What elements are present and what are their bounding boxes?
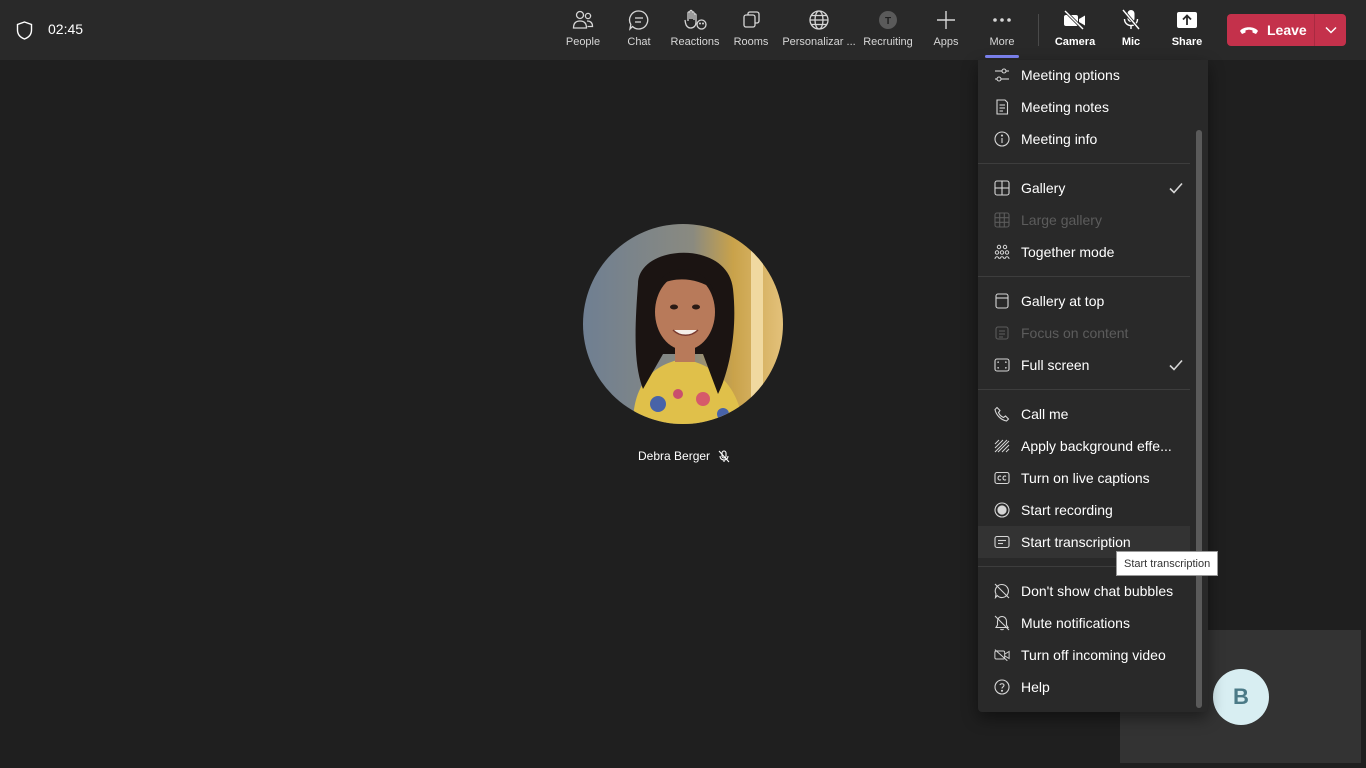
menu-item-meeting-options[interactable]: Meeting options (978, 59, 1190, 91)
camera-off-icon (1063, 8, 1087, 32)
bell-off-icon (994, 615, 1010, 631)
gallery-icon (994, 180, 1010, 196)
toolbar-divider (1038, 14, 1039, 46)
menu-item-start-recording[interactable]: Start recording (978, 494, 1190, 526)
menu-item-gallery-at-top[interactable]: Gallery at top (978, 285, 1190, 317)
background-effects-icon (994, 438, 1010, 454)
meeting-toolbar: 02:45 People Chat Reactions Rooms Person… (0, 0, 1366, 60)
people-icon (571, 8, 595, 32)
menu-scrollbar-thumb[interactable] (1196, 130, 1202, 708)
checkmark-icon (1169, 182, 1183, 194)
video-off-icon (994, 647, 1010, 663)
menu-item-together-mode[interactable]: Together mode (978, 236, 1190, 268)
people-button[interactable]: People (565, 8, 601, 54)
info-icon (994, 131, 1010, 147)
menu-item-gallery[interactable]: Gallery (978, 172, 1190, 204)
menu-item-apply-background-effects[interactable]: Apply background effe... (978, 430, 1190, 462)
menu-item-mute-notifications[interactable]: Mute notifications (978, 607, 1190, 639)
chat-button[interactable]: Chat (625, 8, 653, 54)
reactions-icon (683, 8, 707, 32)
leave-button[interactable]: Leave (1227, 14, 1314, 46)
more-dots-icon (990, 8, 1014, 32)
participant-photo (583, 224, 783, 424)
together-mode-icon (994, 244, 1010, 260)
plus-icon (934, 8, 958, 32)
menu-item-chat-bubbles[interactable]: Don't show chat bubbles (978, 575, 1190, 607)
mic-off-icon (718, 449, 730, 462)
menu-item-large-gallery[interactable]: Large gallery (978, 204, 1190, 236)
meeting-timer: 02:45 (48, 21, 84, 37)
leave-button-group: Leave (1227, 14, 1346, 46)
tooltip: Start transcription (1116, 551, 1219, 576)
more-options-menu: Meeting options Meeting notes Meeting in… (978, 60, 1208, 712)
share-icon (1175, 8, 1199, 32)
active-indicator (985, 55, 1019, 58)
mic-off-icon (1119, 8, 1143, 32)
rooms-button[interactable]: Rooms (733, 8, 769, 54)
phone-icon (994, 406, 1010, 422)
self-avatar: B (1213, 669, 1269, 725)
menu-item-help[interactable]: Help (978, 671, 1190, 703)
focus-content-icon (994, 325, 1010, 341)
menu-separator (978, 276, 1190, 277)
captions-icon (994, 470, 1010, 486)
transcription-icon (994, 534, 1010, 550)
apps-button[interactable]: Apps (930, 8, 962, 54)
menu-separator (978, 163, 1190, 164)
personalize-button[interactable]: Personalizar ... (782, 8, 856, 54)
mic-button[interactable]: Mic (1117, 8, 1145, 54)
sliders-icon (994, 67, 1010, 83)
recruiting-app-icon: T (876, 8, 900, 32)
menu-item-meeting-notes[interactable]: Meeting notes (978, 91, 1190, 123)
checkmark-icon (1169, 359, 1183, 371)
leave-options-button[interactable] (1315, 14, 1346, 46)
gallery-top-icon (994, 293, 1010, 309)
svg-text:T: T (885, 16, 891, 27)
menu-item-focus-on-content[interactable]: Focus on content (978, 317, 1190, 349)
menu-separator (978, 389, 1190, 390)
recruiting-button[interactable]: T Recruiting (862, 8, 914, 54)
camera-button[interactable]: Camera (1055, 8, 1095, 54)
phone-hangup-icon (1240, 27, 1258, 34)
rooms-icon (739, 8, 763, 32)
record-icon (994, 502, 1010, 518)
share-button[interactable]: Share (1170, 8, 1204, 54)
menu-item-meeting-info[interactable]: Meeting info (978, 123, 1190, 155)
menu-item-call-me[interactable]: Call me (978, 398, 1190, 430)
chat-icon (627, 8, 651, 32)
chat-bubbles-off-icon (994, 583, 1010, 599)
large-gallery-icon (994, 212, 1010, 228)
reactions-button[interactable]: Reactions (670, 8, 720, 54)
chevron-down-icon (1324, 26, 1337, 34)
menu-item-incoming-video[interactable]: Turn off incoming video (978, 639, 1190, 671)
notes-icon (994, 99, 1010, 115)
full-screen-icon (994, 357, 1010, 373)
shield-icon (16, 21, 33, 40)
participant-name-label: Debra Berger (638, 449, 730, 463)
menu-item-full-screen[interactable]: Full screen (978, 349, 1190, 381)
help-icon (994, 679, 1010, 695)
globe-icon (807, 8, 831, 32)
menu-item-live-captions[interactable]: Turn on live captions (978, 462, 1190, 494)
more-button[interactable]: More (985, 8, 1019, 54)
